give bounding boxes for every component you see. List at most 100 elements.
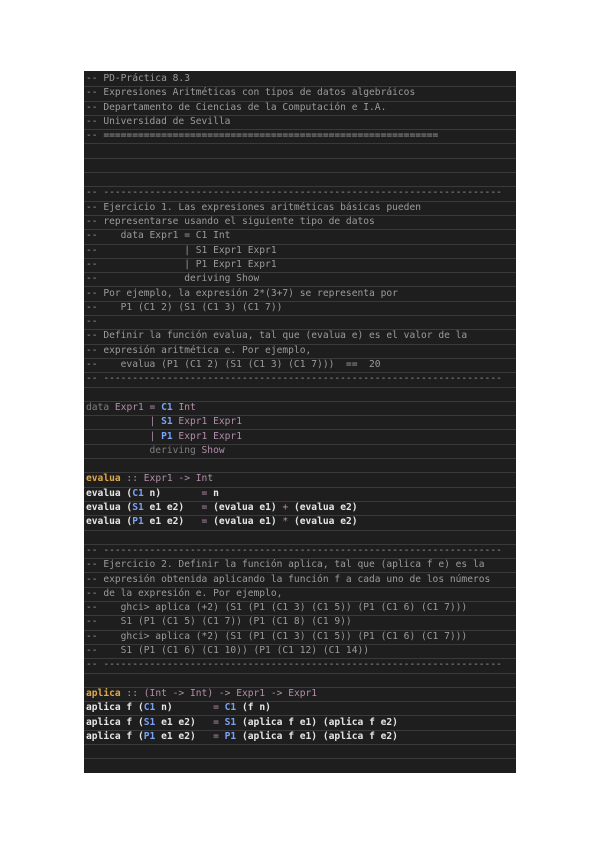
code-line	[84, 673, 516, 688]
code-line: -- =====================================…	[84, 129, 516, 145]
code-line: -- P1 (C1 2) (S1 (C1 3) (C1 7))	[84, 301, 516, 317]
code-line	[84, 144, 516, 159]
code-token: evalua (	[86, 487, 133, 499]
code-line	[84, 530, 516, 545]
code-line: -- Expresiones Aritméticas con tipos de …	[84, 86, 516, 102]
code-token: Int	[189, 687, 208, 699]
code-line	[84, 458, 516, 474]
code-token: P1	[161, 430, 173, 442]
code-line: -- -------------------------------------…	[84, 544, 516, 560]
code-token: (evalua e2)	[293, 502, 358, 513]
code-line: aplica f (S1 e1 e2) = S1 (aplica f e1) (…	[84, 716, 516, 731]
code-token: C1	[143, 702, 156, 714]
code-line: -- PD-Práctica 8.3	[84, 72, 516, 88]
code-token: -- ghci> aplica (*2) (S1 (P1 (C1 3) (C1 …	[86, 630, 468, 642]
code-token: aplica f (	[86, 702, 144, 714]
code-token: -- Ejercicio 1. Las expresiones aritméti…	[86, 201, 422, 213]
code-token: -- =====================================…	[86, 130, 439, 142]
code-token: -- Universidad de Sevilla	[86, 115, 231, 127]
code-line: -- -------------------------------------…	[84, 658, 516, 674]
code-token: =	[201, 516, 214, 528]
code-token: :: (	[120, 687, 150, 699]
code-token: -- | S1 Expr1 Expr1	[86, 244, 277, 256]
code-line: -- Definir la función evalua, tal que (e…	[84, 329, 516, 345]
code-line: aplica f (P1 e1 e2) = P1 (aplica f e1) (…	[84, 730, 516, 746]
code-line: data Expr1 = C1 Int	[84, 401, 516, 417]
code-token: Int	[172, 401, 196, 413]
code-line	[84, 387, 516, 402]
code-line: -- data Expr1 = C1 Int	[84, 229, 516, 245]
code-line: -- Departamento de Ciencias de la Comput…	[84, 101, 516, 116]
code-token: -- P1 (C1 2) (S1 (C1 3) (C1 7))	[86, 301, 283, 313]
code-token: -- Definir la función evalua, tal que (e…	[86, 330, 468, 342]
code-token: Int	[195, 473, 214, 485]
code-token: aplica f (	[86, 716, 144, 728]
code-token: e1 e2)	[155, 716, 214, 728]
code-line: -- evalua (P1 (C1 2) (S1 (C1 3) (C1 7)))…	[84, 358, 516, 374]
code-token: (evalua e1)	[213, 502, 283, 513]
code-token: --	[86, 316, 98, 328]
code-line: -- Ejercicio 2. Definir la función aplic…	[84, 558, 516, 574]
code-line: -- deriving Show	[84, 272, 516, 288]
code-token: Int	[149, 687, 167, 699]
code-line: -- -------------------------------------…	[84, 186, 516, 202]
code-token: P1	[143, 730, 156, 742]
code-line: aplica f (C1 n) = C1 (f n)	[84, 701, 516, 717]
code-token: e1 e2)	[155, 730, 214, 742]
code-token: evalua (	[86, 516, 133, 528]
code-token: Expr1 Expr1	[172, 416, 242, 428]
code-token: =	[201, 502, 214, 513]
code-token: P1	[224, 730, 237, 742]
code-token: -- Expresiones Aritméticas con tipos de …	[86, 87, 416, 99]
code-token: (evalua e1)	[213, 516, 283, 528]
code-token: ::	[120, 473, 144, 485]
code-token: C1	[132, 487, 144, 499]
code-token: Expr1 Expr1	[172, 430, 242, 442]
code-token: n)	[155, 702, 214, 714]
code-line	[84, 172, 516, 188]
code-token: -- data Expr1 = C1 Int	[86, 230, 231, 242]
code-token: -- -------------------------------------…	[86, 373, 502, 385]
code-line: -- S1 (P1 (C1 6) (C1 10)) (P1 (C1 12) (C…	[84, 644, 516, 660]
code-line: evalua (C1 n) = n	[84, 487, 516, 502]
code-line: -- Universidad de Sevilla	[84, 115, 516, 131]
code-token: -- deriving Show	[86, 273, 260, 285]
code-line: -- de la expresión e. Por ejemplo,	[84, 587, 516, 603]
code-editor-panel: -- PD-Práctica 8.3 -- Expresiones Aritmét…	[84, 71, 516, 773]
code-line: | S1 Expr1 Expr1	[84, 415, 516, 431]
code-token: -- expresión obtenida aplicando la funci…	[86, 573, 491, 585]
code-line	[84, 158, 516, 174]
code-token: -- S1 (P1 (C1 5) (C1 7)) (P1 (C1 8) (C1 …	[86, 616, 352, 628]
code-token: e1 e2)	[143, 502, 202, 513]
code-token: S1	[132, 502, 144, 513]
code-token: ->	[265, 687, 289, 699]
code-token: -- -------------------------------------…	[86, 659, 502, 671]
code-token: n)	[143, 487, 202, 499]
code-token: -- Por ejemplo, la expresión 2*(3+7) se …	[86, 287, 398, 299]
code-token: Show	[201, 444, 225, 456]
code-token: -- -------------------------------------…	[86, 187, 502, 199]
code-token: |	[86, 430, 162, 442]
code-token: -- -------------------------------------…	[86, 544, 502, 556]
code-token: =	[201, 487, 214, 499]
code-line: --	[84, 315, 516, 331]
code-token: =	[143, 401, 162, 413]
code-token: S1	[161, 416, 173, 428]
code-token: Expr1	[236, 687, 266, 699]
code-line: -- -------------------------------------…	[84, 372, 516, 388]
code-token: data	[86, 401, 115, 413]
code-token: ) ->	[207, 687, 237, 699]
code-line: evalua (P1 e1 e2) = (evalua e1) * (evalu…	[84, 515, 516, 531]
code-token: -- S1 (P1 (C1 6) (C1 10)) (P1 (C1 12) (C…	[86, 645, 370, 656]
code-token: ->	[172, 473, 196, 485]
code-line: -- expresión obtenida aplicando la funci…	[84, 573, 516, 588]
code-line: evalua (S1 e1 e2) = (evalua e1) + (evalu…	[84, 501, 516, 517]
code-token: -- | P1 Expr1 Expr1	[86, 258, 277, 270]
code-token: Expr1	[288, 687, 318, 699]
code-token: (f n)	[236, 702, 271, 714]
code-token: *	[282, 516, 294, 528]
code-line: -- | S1 Expr1 Expr1	[84, 244, 516, 259]
code-token: =	[213, 702, 225, 714]
code-line: evalua :: Expr1 -> Int	[84, 472, 516, 488]
code-line: -- ghci> aplica (+2) (S1 (P1 (C1 3) (C1 …	[84, 601, 516, 617]
